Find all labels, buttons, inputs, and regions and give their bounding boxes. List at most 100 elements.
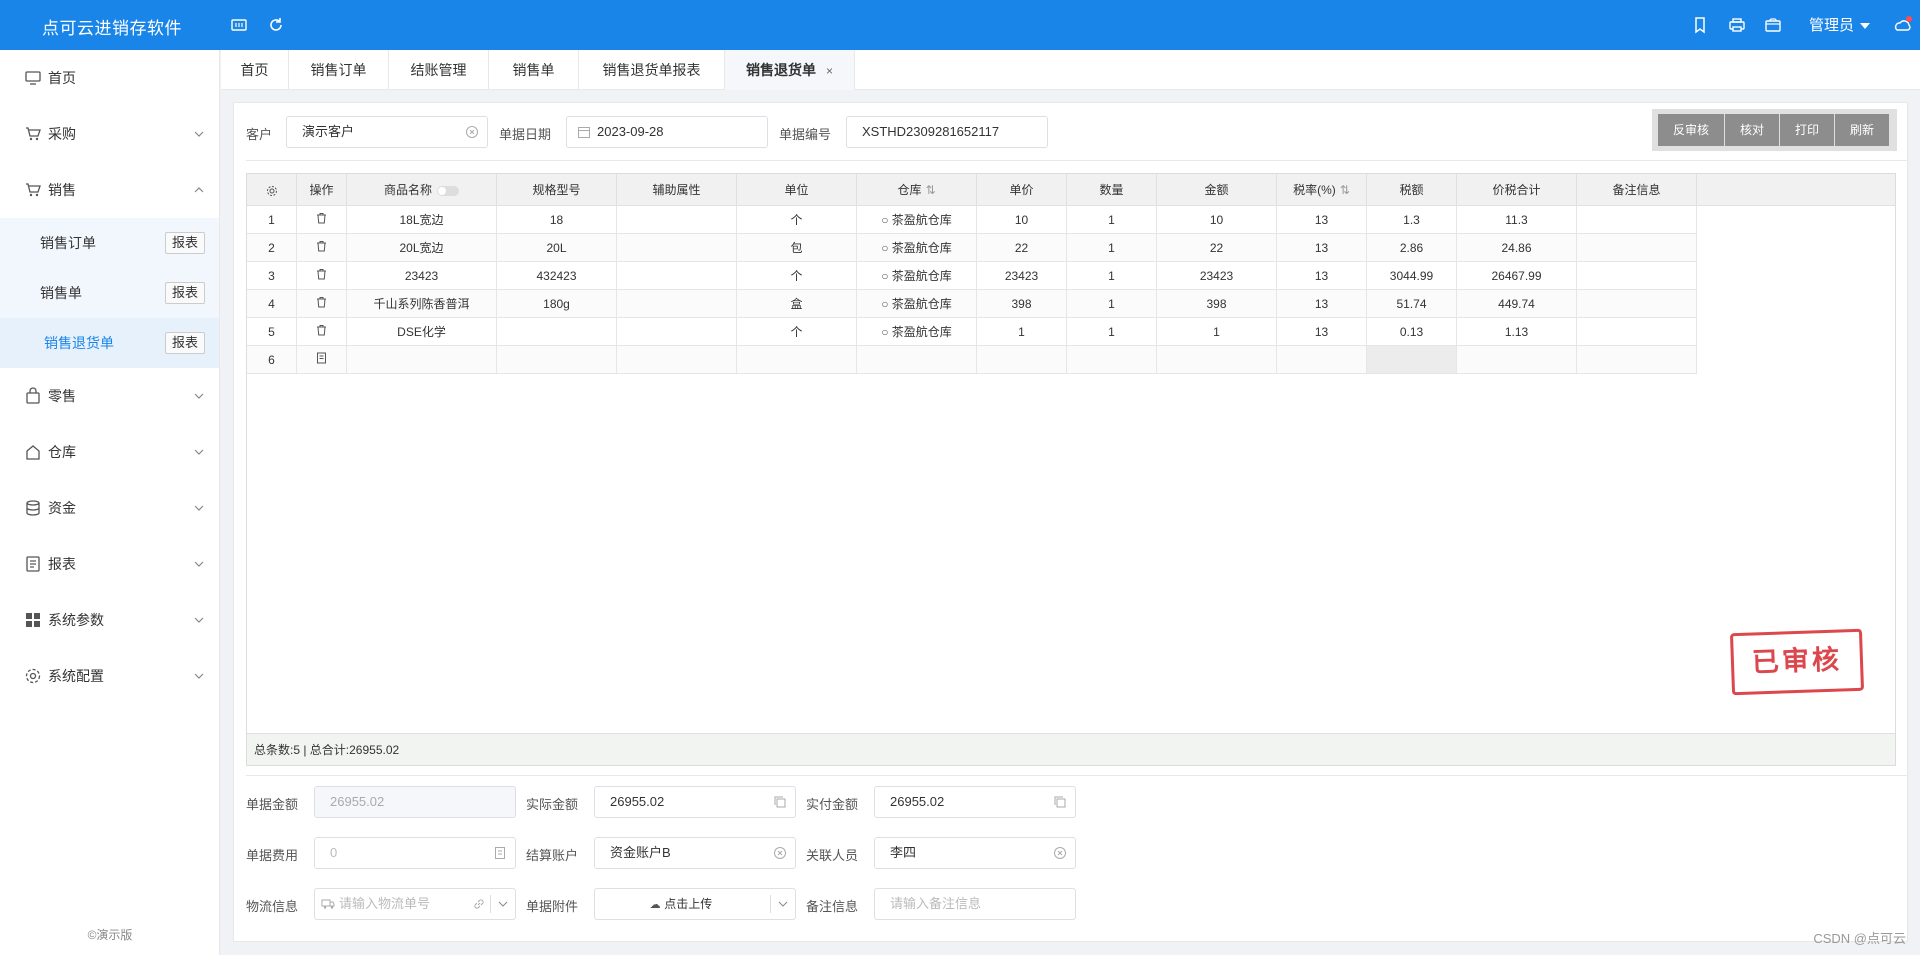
chevron-down-icon[interactable] [497, 899, 509, 909]
delete-icon[interactable] [316, 241, 327, 255]
grid-cell[interactable]: 1 [1067, 206, 1157, 234]
grid-cell[interactable] [297, 234, 347, 262]
grid-cell[interactable]: 13 [1277, 234, 1367, 262]
grid-cell[interactable]: 1 [1067, 234, 1157, 262]
grid-cell[interactable]: 11.3 [1457, 206, 1577, 234]
grid-cell[interactable]: 22 [977, 234, 1067, 262]
refresh-button[interactable]: 刷新 [1835, 114, 1890, 146]
printer-icon[interactable] [1727, 15, 1747, 35]
new-row-cell[interactable] [347, 346, 497, 374]
grid-cell[interactable]: 1 [977, 318, 1067, 346]
grid-cell[interactable] [297, 262, 347, 290]
grid-cell[interactable] [1577, 318, 1697, 346]
grid-cell[interactable]: 10 [977, 206, 1067, 234]
grid-cell[interactable]: ○ 茶盈航仓库 [857, 206, 977, 234]
sidebar-item-purchase[interactable]: 采购 [0, 106, 219, 162]
grid-cell[interactable] [617, 206, 737, 234]
new-row-cell[interactable] [1157, 346, 1277, 374]
grid-cell[interactable] [617, 262, 737, 290]
delete-icon[interactable] [316, 269, 327, 283]
grid-cell[interactable]: 13 [1277, 290, 1367, 318]
grid-cell[interactable]: 20L [497, 234, 617, 262]
new-row-cell[interactable] [297, 346, 347, 374]
sidebar-sub-sales-order[interactable]: 销售订单 报表 [0, 218, 219, 268]
date-field[interactable]: 2023-09-28 [566, 116, 768, 148]
tab-sales-return-report[interactable]: 销售退货单报表 [579, 50, 725, 90]
new-row-cell[interactable] [1067, 346, 1157, 374]
grid-cell[interactable]: ○ 茶盈航仓库 [857, 262, 977, 290]
report-button[interactable]: 报表 [164, 282, 205, 304]
new-row-cell[interactable] [1457, 346, 1577, 374]
grid-cell[interactable]: 1 [1157, 318, 1277, 346]
grid-cell[interactable]: 180g [497, 290, 617, 318]
print-button[interactable]: 打印 [1780, 114, 1835, 146]
tab-sales-order[interactable]: 销售订单 [289, 50, 389, 90]
sidebar-item-system-params[interactable]: 系统参数 [0, 592, 219, 648]
sidebar-item-home[interactable]: 首页 [0, 50, 219, 106]
grid-cell[interactable]: 个 [737, 318, 857, 346]
search-icon[interactable]: ○ [881, 213, 892, 227]
grid-cell[interactable]: 10 [1157, 206, 1277, 234]
grid-cell[interactable]: 432423 [497, 262, 617, 290]
sidebar-item-funds[interactable]: 资金 [0, 480, 219, 536]
notification-icon[interactable] [1893, 15, 1913, 35]
calculator-icon[interactable] [229, 15, 249, 35]
close-icon[interactable]: × [826, 64, 833, 78]
grid-cell[interactable]: 20L宽边 [347, 234, 497, 262]
sort-icon[interactable]: ⇅ [925, 183, 935, 197]
new-row-cell[interactable] [617, 346, 737, 374]
grid-cell[interactable]: DSE化学 [347, 318, 497, 346]
grid-settings-header[interactable] [247, 174, 297, 206]
new-row-cell[interactable] [1577, 346, 1697, 374]
number-field[interactable]: XSTHD2309281652117 [846, 116, 1048, 148]
grid-cell[interactable]: 13 [1277, 262, 1367, 290]
tab-home[interactable]: 首页 [221, 50, 289, 90]
refresh-icon[interactable] [266, 15, 286, 35]
grid-cell[interactable] [617, 234, 737, 262]
grid-cell[interactable]: ○ 茶盈航仓库 [857, 290, 977, 318]
actual-amount-field[interactable]: 26955.02 [594, 786, 796, 818]
delete-icon[interactable] [316, 213, 327, 227]
grid-cell[interactable]: 1.13 [1457, 318, 1577, 346]
grid-cell[interactable]: ○ 茶盈航仓库 [857, 318, 977, 346]
tab-checkout[interactable]: 结账管理 [389, 50, 489, 90]
report-button[interactable]: 报表 [164, 232, 205, 254]
report-button[interactable]: 报表 [164, 332, 205, 354]
grid-cell[interactable]: 个 [737, 262, 857, 290]
chevron-down-icon[interactable] [777, 899, 789, 909]
sidebar-item-retail[interactable]: 零售 [0, 368, 219, 424]
person-field[interactable]: 李四 [874, 837, 1076, 869]
grid-cell[interactable] [297, 290, 347, 318]
attach-upload[interactable]: ☁ 点击上传 [594, 888, 796, 920]
grid-cell[interactable]: 1 [1067, 290, 1157, 318]
toggle-switch[interactable] [437, 185, 459, 196]
sort-icon[interactable]: ⇅ [1340, 183, 1350, 197]
grid-cell[interactable]: 1 [1067, 262, 1157, 290]
box-icon[interactable] [1763, 15, 1783, 35]
search-icon[interactable]: ○ [881, 297, 892, 311]
tab-sales-return[interactable]: 销售退货单 × [725, 50, 855, 90]
bookmark-icon[interactable] [1690, 15, 1710, 35]
new-row-cell[interactable] [737, 346, 857, 374]
grid-cell[interactable]: 398 [977, 290, 1067, 318]
tab-sales-bill[interactable]: 销售单 [489, 50, 579, 90]
grid-cell[interactable] [497, 318, 617, 346]
note-field[interactable]: 请输入备注信息 [874, 888, 1076, 920]
verify-button[interactable]: 核对 [1725, 114, 1780, 146]
doc-fee-field[interactable]: 0 [314, 837, 516, 869]
copy-icon[interactable] [1053, 795, 1067, 809]
grid-cell[interactable]: 0.13 [1367, 318, 1457, 346]
new-row-cell[interactable] [857, 346, 977, 374]
grid-cell[interactable] [1577, 234, 1697, 262]
grid-cell[interactable]: 1.3 [1367, 206, 1457, 234]
grid-cell[interactable]: 13 [1277, 318, 1367, 346]
sidebar-item-warehouse[interactable]: 仓库 [0, 424, 219, 480]
add-row-icon[interactable] [316, 352, 327, 367]
sidebar-sub-sales-bill[interactable]: 销售单 报表 [0, 268, 219, 318]
grid-cell[interactable]: 51.74 [1367, 290, 1457, 318]
grid-cell[interactable]: 26467.99 [1457, 262, 1577, 290]
new-row-cell[interactable] [977, 346, 1067, 374]
document-icon[interactable] [493, 846, 507, 860]
grid-cell[interactable]: 24.86 [1457, 234, 1577, 262]
copy-icon[interactable] [773, 795, 787, 809]
